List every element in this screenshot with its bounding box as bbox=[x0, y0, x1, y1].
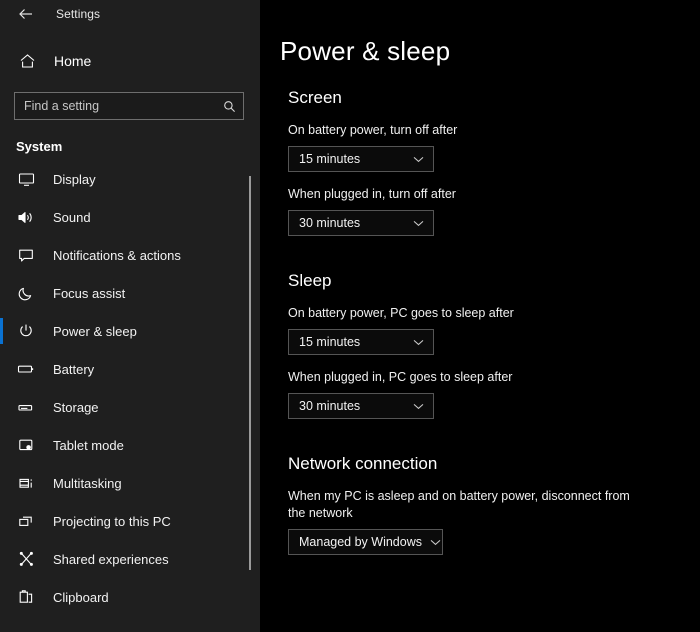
group-title-network-connection: Network connection bbox=[288, 454, 438, 473]
field-network-disconnect: When my PC is asleep and on battery powe… bbox=[288, 488, 700, 555]
sleep-plugged-in-dropdown[interactable]: 30 minutes bbox=[288, 393, 434, 419]
field-label: When my PC is asleep and on battery powe… bbox=[288, 489, 630, 520]
selection-accent-bar bbox=[0, 470, 3, 496]
title-bar: Settings bbox=[0, 0, 260, 28]
selection-accent-bar bbox=[0, 394, 3, 420]
sidebar-item-display[interactable]: Display bbox=[0, 160, 260, 198]
screen-on-battery-dropdown[interactable]: 15 minutes bbox=[288, 146, 434, 172]
sidebar-item-sound[interactable]: Sound bbox=[0, 198, 260, 236]
clipboard-icon bbox=[16, 587, 36, 607]
selection-accent-bar bbox=[0, 204, 3, 230]
shared-experiences-icon bbox=[16, 549, 36, 569]
sidebar-section-title: System bbox=[16, 139, 63, 154]
settings-window: Settings Home System bbox=[0, 0, 700, 632]
chevron-down-icon bbox=[411, 399, 425, 413]
sidebar-item-home[interactable]: Home bbox=[0, 42, 260, 80]
sidebar-item-label: Clipboard bbox=[53, 589, 109, 605]
field-screen-on-battery: On battery power, turn off after 15 minu… bbox=[288, 122, 700, 172]
sidebar-nav-list: Display Sound Notifications & actions Fo… bbox=[0, 160, 260, 616]
speaker-icon bbox=[16, 207, 36, 227]
sidebar-item-label: Display bbox=[53, 171, 96, 187]
chevron-down-icon bbox=[411, 216, 425, 230]
field-sleep-plugged-in: When plugged in, PC goes to sleep after … bbox=[288, 369, 700, 419]
search-box[interactable] bbox=[14, 92, 244, 120]
field-sleep-on-battery: On battery power, PC goes to sleep after… bbox=[288, 305, 700, 355]
tablet-mode-icon bbox=[16, 435, 36, 455]
sidebar-item-label: Battery bbox=[53, 361, 95, 377]
screen-plugged-in-dropdown[interactable]: 30 minutes bbox=[288, 210, 434, 236]
sidebar: Settings Home System bbox=[0, 0, 260, 632]
dropdown-value: 30 minutes bbox=[299, 399, 361, 413]
selection-accent-bar bbox=[0, 166, 3, 192]
field-label: On battery power, turn off after bbox=[288, 123, 458, 137]
sidebar-item-multitasking[interactable]: Multitasking bbox=[0, 464, 260, 502]
chevron-down-icon bbox=[411, 335, 425, 349]
field-label: When plugged in, PC goes to sleep after bbox=[288, 370, 513, 384]
selection-accent-bar bbox=[0, 280, 3, 306]
battery-icon bbox=[16, 359, 36, 379]
search-input[interactable] bbox=[24, 99, 221, 113]
field-label: When plugged in, turn off after bbox=[288, 187, 456, 201]
sidebar-item-label: Multitasking bbox=[53, 475, 122, 491]
power-icon bbox=[16, 321, 36, 341]
home-icon bbox=[16, 50, 38, 72]
page-title: Power & sleep bbox=[280, 36, 451, 66]
group-title-screen: Screen bbox=[288, 88, 342, 107]
sidebar-item-battery[interactable]: Battery bbox=[0, 350, 260, 388]
sidebar-item-label: Focus assist bbox=[53, 285, 126, 301]
sidebar-item-clipboard[interactable]: Clipboard bbox=[0, 578, 260, 616]
sidebar-item-power-sleep[interactable]: Power & sleep bbox=[0, 312, 260, 350]
sidebar-item-label: Projecting to this PC bbox=[53, 513, 171, 529]
field-screen-plugged-in: When plugged in, turn off after 30 minut… bbox=[288, 186, 700, 236]
network-disconnect-dropdown[interactable]: Managed by Windows bbox=[288, 529, 443, 555]
sidebar-item-label: Storage bbox=[53, 399, 99, 415]
selection-accent-bar bbox=[0, 356, 3, 382]
sidebar-scrollbar-track[interactable] bbox=[249, 0, 256, 632]
field-label: On battery power, PC goes to sleep after bbox=[288, 306, 514, 320]
selection-accent-bar bbox=[0, 432, 3, 458]
sidebar-item-label: Tablet mode bbox=[53, 437, 124, 453]
storage-icon bbox=[16, 397, 36, 417]
sleep-on-battery-dropdown[interactable]: 15 minutes bbox=[288, 329, 434, 355]
chevron-down-icon bbox=[430, 535, 441, 549]
selection-accent-bar bbox=[0, 508, 3, 534]
search-icon[interactable] bbox=[221, 98, 237, 114]
selection-accent-bar bbox=[0, 584, 3, 610]
sidebar-item-home-label: Home bbox=[54, 53, 92, 69]
group-title-sleep: Sleep bbox=[288, 271, 332, 290]
projecting-icon bbox=[16, 511, 36, 531]
dropdown-value: 15 minutes bbox=[299, 152, 361, 166]
main-content: Power & sleep Screen On battery power, t… bbox=[260, 0, 700, 632]
sidebar-item-tablet-mode[interactable]: Tablet mode bbox=[0, 426, 260, 464]
sidebar-item-notifications-actions[interactable]: Notifications & actions bbox=[0, 236, 260, 274]
sidebar-item-label: Notifications & actions bbox=[53, 247, 181, 263]
dropdown-value: 15 minutes bbox=[299, 335, 361, 349]
selection-accent-bar bbox=[0, 242, 3, 268]
chevron-down-icon bbox=[411, 152, 425, 166]
sidebar-item-label: Power & sleep bbox=[53, 323, 137, 339]
sidebar-item-shared-experiences[interactable]: Shared experiences bbox=[0, 540, 260, 578]
sidebar-scrollbar-thumb[interactable] bbox=[249, 176, 251, 570]
back-arrow-icon[interactable] bbox=[12, 3, 40, 25]
notification-bubble-icon bbox=[16, 245, 36, 265]
window-title: Settings bbox=[56, 7, 101, 21]
moon-icon bbox=[16, 283, 36, 303]
monitor-icon bbox=[16, 169, 36, 189]
selection-accent-bar bbox=[0, 546, 3, 572]
sidebar-item-label: Sound bbox=[53, 209, 91, 225]
sidebar-item-focus-assist[interactable]: Focus assist bbox=[0, 274, 260, 312]
selection-accent-bar bbox=[0, 318, 3, 344]
multitasking-icon bbox=[16, 473, 36, 493]
dropdown-value: Managed by Windows bbox=[299, 535, 422, 549]
sidebar-item-projecting-to-this-pc[interactable]: Projecting to this PC bbox=[0, 502, 260, 540]
sidebar-item-storage[interactable]: Storage bbox=[0, 388, 260, 426]
dropdown-value: 30 minutes bbox=[299, 216, 361, 230]
sidebar-item-label: Shared experiences bbox=[53, 551, 169, 567]
